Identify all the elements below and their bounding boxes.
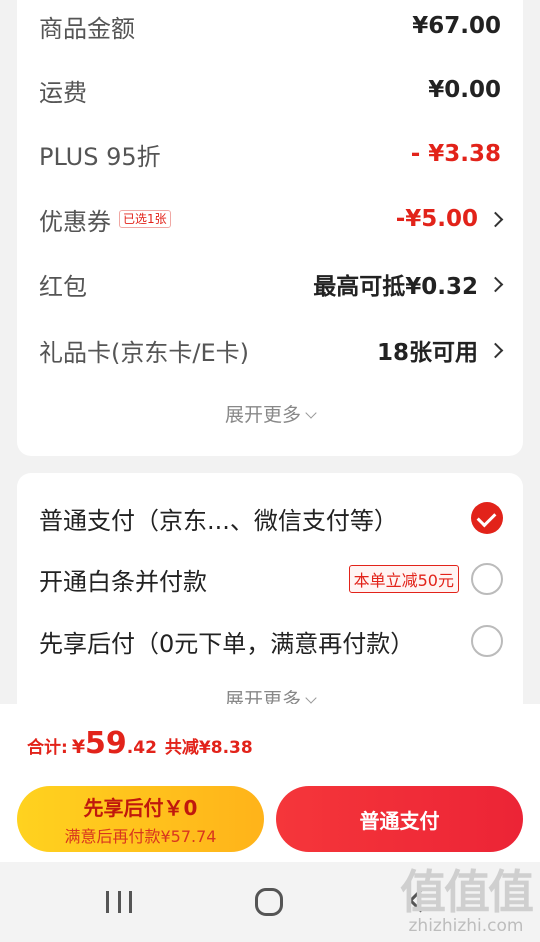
fee-value: -¥5.00 [395, 206, 504, 232]
fee-value: - ¥3.38 [410, 141, 501, 167]
fee-label: 运费 [39, 78, 87, 107]
fee-label: 礼品卡(京东卡/E卡) [39, 338, 249, 367]
total-integer: 59 [85, 726, 127, 761]
expand-label: 展开更多 [224, 689, 301, 704]
fee-row-coupon[interactable]: 优惠券 已选1张 -¥5.00 [39, 199, 504, 239]
fee-row-red-packet[interactable]: 红包 最高可抵¥0.32 [39, 264, 504, 304]
chevron-down-icon [305, 407, 317, 419]
fee-label: 商品金额 [39, 14, 135, 43]
payment-option-pay-later[interactable]: 先享后付（0元下单，满意再付款） [39, 619, 503, 663]
fee-label: 红包 [39, 272, 87, 301]
radio-icon[interactable] [471, 625, 503, 657]
fee-row-gift-card[interactable]: 礼品卡(京东卡/E卡) 18张可用 [39, 330, 504, 370]
fee-label: PLUS 95折 [39, 142, 161, 171]
normal-pay-button[interactable]: 普通支付 [276, 786, 523, 852]
pay-later-button[interactable]: 先享后付￥0 满意后再付款¥57.74 [17, 786, 264, 852]
chevron-right-icon [487, 211, 504, 227]
recent-apps-icon[interactable] [106, 891, 132, 913]
watermark-logo: 值值值 [400, 865, 534, 919]
checkout-button-bar: 先享后付￥0 满意后再付款¥57.74 普通支付 [0, 778, 540, 862]
payment-option-label: 开通白条并付款 [39, 567, 207, 596]
payment-expand-more[interactable]: 展开更多 [17, 685, 523, 704]
payment-option-baitiao[interactable]: 开通白条并付款 本单立减50元 [39, 557, 503, 601]
chevron-down-icon [305, 692, 317, 704]
fee-row-plus-discount: PLUS 95折 - ¥3.38 [39, 134, 501, 174]
gift-card-value: 18张可用 [376, 340, 478, 366]
checked-radio-icon[interactable] [471, 502, 503, 534]
fee-value: 最高可抵¥0.32 [313, 267, 504, 301]
promo-badge: 本单立减50元 [348, 565, 459, 593]
pay-later-subtitle: 满意后再付款¥57.74 [64, 826, 217, 846]
payment-option-label: 普通支付（京东...、微信支付等） [39, 506, 398, 535]
order-total: 合计: ¥ 59 .42 共减¥8.38 [27, 726, 253, 761]
currency-symbol: ¥ [71, 736, 86, 758]
coupon-selected-tag: 已选1张 [119, 210, 171, 228]
total-savings: 共减¥8.38 [164, 738, 253, 758]
order-total-bar: 合计: ¥ 59 .42 共减¥8.38 [0, 704, 540, 779]
site-watermark: 值值值 zhizhizhi.com [400, 865, 534, 936]
total-decimal: .42 [126, 738, 157, 758]
payment-method-card: 普通支付（京东...、微信支付等） 开通白条并付款 本单立减50元 先享后付（0… [17, 473, 523, 704]
payment-option-label: 先享后付（0元下单，满意再付款） [39, 629, 415, 658]
fee-value: 18张可用 [376, 333, 504, 367]
fee-row-subtotal: 商品金额 ¥67.00 [39, 6, 501, 46]
fee-label: 优惠券 [39, 207, 111, 236]
fee-row-shipping: 运费 ¥0.00 [39, 70, 501, 110]
radio-icon[interactable] [471, 563, 503, 595]
fee-breakdown-card: 商品金额 ¥67.00 运费 ¥0.00 PLUS 95折 - ¥3.38 优惠… [17, 0, 523, 456]
expand-label: 展开更多 [224, 404, 301, 426]
payment-option-normal[interactable]: 普通支付（京东...、微信支付等） [39, 496, 503, 540]
fee-value: ¥67.00 [412, 13, 501, 39]
chevron-right-icon [487, 276, 504, 292]
red-packet-value: 最高可抵¥0.32 [313, 274, 478, 300]
total-label: 合计: [27, 738, 68, 758]
pay-later-title: 先享后付￥0 [83, 795, 198, 820]
order-scroll-area[interactable]: 商品金额 ¥67.00 运费 ¥0.00 PLUS 95折 - ¥3.38 优惠… [0, 0, 540, 704]
home-icon[interactable] [255, 888, 283, 916]
fee-value: ¥0.00 [428, 77, 501, 103]
system-nav-bar: 值值值 zhizhizhi.com [0, 862, 540, 942]
watermark-url: zhizhizhi.com [408, 916, 524, 936]
chevron-right-icon [487, 342, 504, 358]
fees-expand-more[interactable]: 展开更多 [17, 400, 523, 427]
coupon-value: -¥5.00 [395, 206, 478, 232]
